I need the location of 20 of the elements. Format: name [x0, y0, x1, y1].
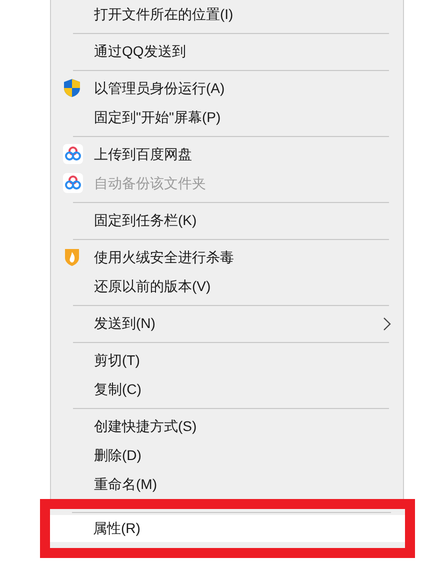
menu-item[interactable]: 属性(R): [50, 515, 405, 542]
flame-icon: [63, 247, 81, 267]
menu-item[interactable]: 通过QQ发送到: [51, 37, 403, 66]
menu-item[interactable]: 发送到(N): [51, 309, 403, 338]
cloud-icon: [63, 144, 83, 164]
menu-item[interactable]: 打开文件所在的位置(I): [51, 0, 403, 29]
menu-item[interactable]: 以管理员身份运行(A): [51, 74, 403, 103]
shield-icon: [63, 78, 81, 98]
menu-item[interactable]: 复制(C): [51, 375, 403, 404]
menu-item[interactable]: 重命名(M): [51, 470, 403, 499]
menu-item[interactable]: 剪切(T): [51, 346, 403, 375]
menu-item[interactable]: 还原以前的版本(V): [51, 272, 403, 301]
menu-item[interactable]: 创建快捷方式(S): [51, 412, 403, 441]
cloud-icon: [63, 173, 83, 193]
menu-item[interactable]: 固定到"开始"屏幕(P): [51, 103, 403, 132]
menu-item[interactable]: 上传到百度网盘: [51, 140, 403, 169]
menu-item[interactable]: 固定到任务栏(K): [51, 206, 403, 235]
chevron-right-icon: [383, 316, 391, 330]
menu-item[interactable]: 使用火绒安全进行杀毒: [51, 243, 403, 272]
menu-item[interactable]: 删除(D): [51, 441, 403, 470]
